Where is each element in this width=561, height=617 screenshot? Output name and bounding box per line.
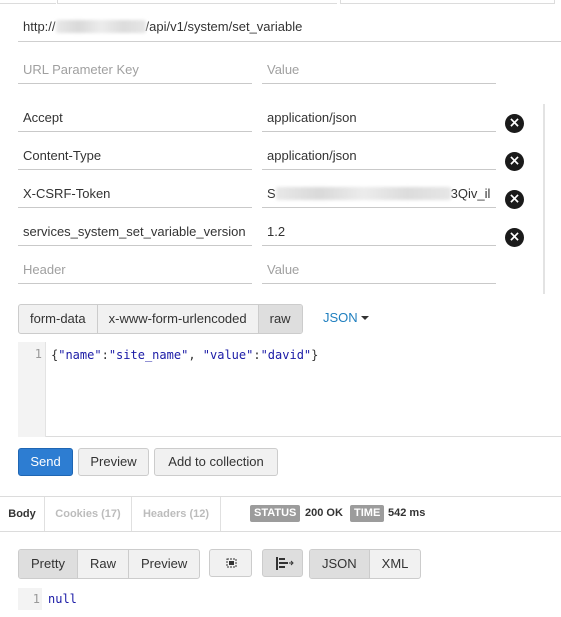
request-body-editor[interactable]: 1 {"name":"site_name", "value":"david"} <box>18 342 561 437</box>
header-key-input[interactable]: Content-Type <box>18 142 252 170</box>
x-circle-icon[interactable]: × <box>505 228 524 247</box>
url-prefix: http:// <box>23 19 56 34</box>
tab-body[interactable]: Body <box>0 497 44 531</box>
token: : <box>253 348 261 362</box>
response-view-group: Pretty Raw Preview <box>18 549 201 579</box>
line-number: 1 <box>34 347 42 361</box>
token: } <box>311 348 319 362</box>
x-circle-icon[interactable]: × <box>505 152 524 171</box>
csrf-token-value-input[interactable]: S 3Qiv_il <box>262 180 496 208</box>
header-key-input[interactable]: services_system_set_variable_version <box>18 218 252 246</box>
body-mode-form-data[interactable]: form-data <box>19 305 98 333</box>
status-value: 200 OK <box>305 507 343 519</box>
time-badge: TIME <box>350 505 385 522</box>
redacted-token <box>275 187 451 200</box>
tab-remnant <box>0 0 56 4</box>
wrap-lines-button[interactable] <box>262 549 303 577</box>
csrf-token-start: S <box>267 186 276 201</box>
csrf-token-end: 3Qiv_il <box>450 186 491 201</box>
token: "site_name" <box>108 348 189 362</box>
header-key-input[interactable]: X-CSRF-Token <box>18 180 252 208</box>
tab-remnant <box>340 0 555 4</box>
response-gutter: 1 <box>18 588 42 610</box>
response-content: null <box>48 592 77 606</box>
caret-down-icon <box>360 316 369 320</box>
fullscreen-icon <box>226 558 237 568</box>
send-button[interactable]: Send <box>18 448 73 476</box>
header-value-input[interactable]: 1.2 <box>262 218 496 246</box>
fullscreen-button[interactable] <box>209 549 252 577</box>
url-param-value-input[interactable]: Value <box>262 56 496 84</box>
token: "name" <box>58 348 102 362</box>
format-json[interactable]: JSON <box>310 550 370 578</box>
token: "david" <box>260 348 312 362</box>
new-header-key-input[interactable]: Header <box>18 256 252 284</box>
format-xml[interactable]: XML <box>370 550 421 578</box>
response-body-viewer: 1 null <box>18 588 561 610</box>
status-badge: STATUS <box>250 505 301 522</box>
view-raw[interactable]: Raw <box>78 550 129 578</box>
body-mode-group: form-data x-www-form-urlencoded raw <box>18 304 303 334</box>
add-to-collection-button[interactable]: Add to collection <box>154 448 278 476</box>
body-mode-raw[interactable]: raw <box>258 305 302 333</box>
token: , <box>188 348 203 362</box>
top-tab-strip <box>0 0 561 4</box>
redacted-host <box>55 20 146 33</box>
url-input[interactable]: http:// /api/v1/system/set_variable <box>18 12 561 42</box>
header-value-input[interactable]: application/json <box>262 104 496 132</box>
tab-remnant <box>57 0 337 4</box>
x-circle-icon[interactable]: × <box>505 114 524 133</box>
header-value-input[interactable]: application/json <box>262 142 496 170</box>
token: : <box>101 348 109 362</box>
tab-cookies[interactable]: Cookies (17) <box>45 497 131 531</box>
raw-format-label: JSON <box>323 310 358 325</box>
new-header-value-input[interactable]: Value <box>262 256 496 284</box>
tab-divider <box>220 497 221 531</box>
url-param-key-input[interactable]: URL Parameter Key <box>18 56 252 84</box>
code-line: {"name":"site_name", "value":"david"} <box>51 347 318 363</box>
header-key-input[interactable]: Accept <box>18 104 252 132</box>
raw-format-dropdown[interactable]: JSON <box>323 310 369 326</box>
preview-button[interactable]: Preview <box>78 448 149 476</box>
token: "value" <box>202 348 254 362</box>
view-pretty[interactable]: Pretty <box>19 550 78 578</box>
view-preview[interactable]: Preview <box>129 550 199 578</box>
tab-headers[interactable]: Headers (12) <box>132 497 220 531</box>
editor-gutter: 1 <box>18 342 46 437</box>
x-circle-icon[interactable]: × <box>505 190 524 209</box>
body-mode-urlencoded[interactable]: x-www-form-urlencoded <box>98 305 259 333</box>
wrap-lines-icon <box>276 557 294 570</box>
headers-scrollbar[interactable] <box>543 104 545 294</box>
line-number: 1 <box>32 592 40 606</box>
url-path: /api/v1/system/set_variable <box>145 19 303 34</box>
response-format-group: JSON XML <box>309 549 422 579</box>
time-value: 542 ms <box>388 507 426 519</box>
